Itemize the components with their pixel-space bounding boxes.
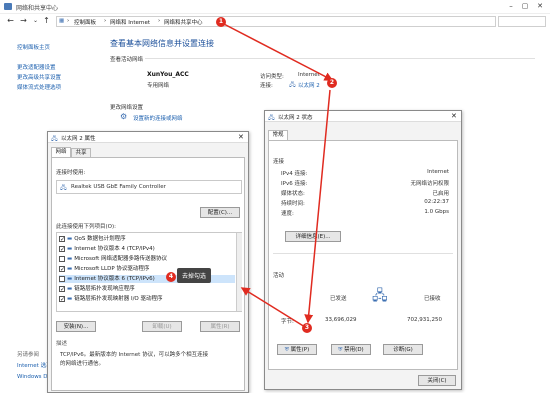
step-badge-4: 4 bbox=[166, 272, 176, 282]
remove-check-callout: 去掉勾选 bbox=[177, 268, 212, 283]
annotation-arrows bbox=[219, 21, 334, 328]
step-badge-3: 3 bbox=[302, 323, 312, 333]
arrow-2 bbox=[304, 89, 331, 324]
arrow-1 bbox=[219, 21, 334, 81]
arrow-3 bbox=[240, 287, 306, 328]
step-badge-2: 2 bbox=[327, 78, 337, 88]
step-badge-1: 1 bbox=[216, 17, 226, 27]
